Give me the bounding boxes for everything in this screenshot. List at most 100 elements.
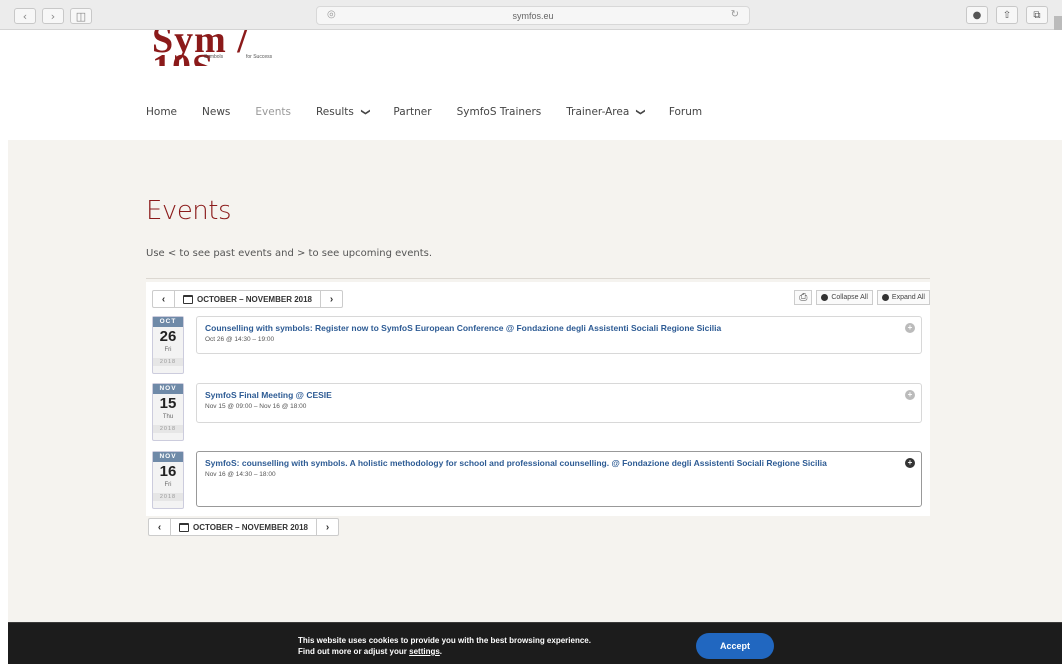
tabs-icon[interactable]: ⧉ xyxy=(1026,6,1048,24)
expand-event-icon[interactable]: + xyxy=(905,390,915,400)
event-year: 2018 xyxy=(153,425,183,433)
calendar-icon xyxy=(183,294,193,304)
event-month: NOV xyxy=(153,452,183,462)
event-card[interactable]: Counselling with symbols: Register now t… xyxy=(196,316,922,354)
logo-wordmark: Sym / 10S xyxy=(152,30,249,66)
back-icon[interactable]: ‹ xyxy=(14,8,36,24)
nav-item-symfos-trainers[interactable]: SymfoS Trainers xyxy=(457,106,542,118)
event-title[interactable]: SymfoS Final Meeting @ CESIE xyxy=(205,389,913,401)
event-weekday: Fri xyxy=(164,347,172,353)
nav-label: Events xyxy=(255,106,291,118)
nav-label: Home xyxy=(146,106,178,118)
expand-event-icon[interactable]: + xyxy=(905,458,915,468)
expand-all-button[interactable]: Expand All xyxy=(876,290,930,305)
reload-icon[interactable]: ↻ xyxy=(731,9,739,20)
print-button[interactable]: ⎙ xyxy=(794,290,813,305)
event-weekday: Fri xyxy=(164,482,172,488)
event-row: NOV 16 Fri 2018 SymfoS: counselling with… xyxy=(152,451,924,509)
month-range-label: OCTOBER – NOVEMBER 2018 xyxy=(193,522,308,532)
chevron-down-icon: ❯ xyxy=(359,108,370,116)
event-date-badge: OCT 26 Fri 2018 xyxy=(152,316,184,374)
nav-item-trainer-area[interactable]: Trainer-Area ❯ xyxy=(566,106,646,118)
event-card[interactable]: SymfoS: counselling with symbols. A holi… xyxy=(196,451,922,507)
events-calendar: ‹ OCTOBER – NOVEMBER 2018 › ⎙ Collapse A… xyxy=(146,282,930,516)
collapse-icon xyxy=(821,294,829,301)
expand-icon xyxy=(881,294,889,301)
info-icon[interactable]: ● xyxy=(966,6,988,24)
cookie-line-2-suffix: . xyxy=(439,647,443,656)
nav-item-home[interactable]: Home xyxy=(146,106,177,118)
cookie-banner: This website uses cookies to provide you… xyxy=(8,622,1062,664)
month-range-button[interactable]: OCTOBER – NOVEMBER 2018 xyxy=(175,291,320,307)
event-date-badge: NOV 16 Fri 2018 xyxy=(152,451,184,509)
nav-label: Partner xyxy=(393,106,432,118)
cookie-line-1: This website uses cookies to provide you… xyxy=(298,636,591,645)
nav-label: Results xyxy=(315,106,354,118)
event-year: 2018 xyxy=(153,493,183,501)
nav-label: SymfoS Trainers xyxy=(456,106,542,118)
nav-label: News xyxy=(202,106,231,118)
browser-right-buttons: ● ⇧ ⧉ xyxy=(966,6,1048,24)
accept-cookies-button[interactable]: Accept xyxy=(696,633,774,659)
event-day: 15 xyxy=(159,395,177,412)
cookie-line-2-prefix: Find out more or adjust your xyxy=(298,647,410,656)
next-month-button[interactable]: › xyxy=(320,291,342,307)
cookie-line-2: Find out more or adjust your settings. xyxy=(298,646,591,657)
event-month: OCT xyxy=(153,317,183,327)
event-time: Nov 15 @ 09:00 – Nov 16 @ 18:00 xyxy=(205,403,307,410)
logo-sub-left: Symbols xyxy=(204,54,224,60)
event-date-badge: NOV 15 Thu 2018 xyxy=(152,383,184,441)
privacy-icon: ◎ xyxy=(327,9,336,20)
divider xyxy=(146,278,930,279)
collapse-all-label: Collapse All xyxy=(831,294,868,301)
expand-event-icon[interactable]: + xyxy=(905,323,915,333)
print-icon: ⎙ xyxy=(799,292,808,303)
share-icon[interactable]: ⇧ xyxy=(996,6,1018,24)
nav-item-events[interactable]: Events xyxy=(255,106,291,118)
site-header: Sym / 10S Symbols for Success Home News … xyxy=(0,30,1062,140)
url-text: symfos.eu xyxy=(512,10,554,21)
main-nav: Home News Events Results ❯ Partner SymfoS… xyxy=(146,106,727,118)
month-pager-top: ‹ OCTOBER – NOVEMBER 2018 › xyxy=(152,290,343,308)
month-pager-bottom: ‹ OCTOBER – NOVEMBER 2018 › xyxy=(148,518,339,536)
page-title: Events xyxy=(146,196,232,226)
cookie-settings-link[interactable]: settings xyxy=(409,647,440,656)
event-title[interactable]: SymfoS: counselling with symbols. A holi… xyxy=(205,457,913,469)
forward-icon[interactable]: › xyxy=(42,8,64,24)
prev-month-button[interactable]: ‹ xyxy=(149,519,171,535)
event-row: OCT 26 Fri 2018 Counselling with symbols… xyxy=(152,316,924,374)
nav-label: Trainer-Area xyxy=(566,106,630,118)
address-bar[interactable]: ◎ symfos.eu ↻ xyxy=(316,6,750,25)
window-edge xyxy=(1054,16,1062,30)
browser-nav-buttons: ‹ › ◫ xyxy=(14,8,92,24)
event-day: 16 xyxy=(159,463,177,480)
event-day: 26 xyxy=(159,328,177,345)
navigation-hint: Use < to see past events and > to see up… xyxy=(146,248,433,259)
nav-item-news[interactable]: News xyxy=(202,106,230,118)
sidebar-icon[interactable]: ◫ xyxy=(70,8,92,24)
event-card[interactable]: SymfoS Final Meeting @ CESIE Nov 15 @ 09… xyxy=(196,383,922,423)
next-month-button[interactable]: › xyxy=(316,519,338,535)
event-time: Nov 16 @ 14:30 – 18:00 xyxy=(205,471,276,478)
event-row: NOV 15 Thu 2018 SymfoS Final Meeting @ C… xyxy=(152,383,924,441)
calendar-tools: ⎙ Collapse All Expand All xyxy=(794,290,930,305)
month-range-button[interactable]: OCTOBER – NOVEMBER 2018 xyxy=(171,519,316,535)
site-logo[interactable]: Sym / 10S Symbols for Success xyxy=(152,30,312,66)
browser-toolbar: ‹ › ◫ ◎ symfos.eu ↻ ● ⇧ ⧉ xyxy=(0,0,1062,30)
cookie-message: This website uses cookies to provide you… xyxy=(298,635,591,657)
nav-item-partner[interactable]: Partner xyxy=(393,106,431,118)
nav-item-forum[interactable]: Forum xyxy=(669,106,702,118)
nav-item-results[interactable]: Results ❯ xyxy=(315,106,370,118)
month-range-label: OCTOBER – NOVEMBER 2018 xyxy=(197,294,312,304)
event-title[interactable]: Counselling with symbols: Register now t… xyxy=(205,322,913,334)
chevron-down-icon: ❯ xyxy=(635,108,646,116)
event-time: Oct 26 @ 14:30 – 19:00 xyxy=(205,336,275,343)
logo-sub-right: for Success xyxy=(246,54,273,60)
event-year: 2018 xyxy=(153,358,183,366)
prev-month-button[interactable]: ‹ xyxy=(153,291,175,307)
collapse-all-button[interactable]: Collapse All xyxy=(816,290,873,305)
event-month: NOV xyxy=(153,384,183,394)
event-weekday: Thu xyxy=(162,414,174,420)
expand-all-label: Expand All xyxy=(891,294,925,301)
calendar-icon xyxy=(179,522,189,532)
